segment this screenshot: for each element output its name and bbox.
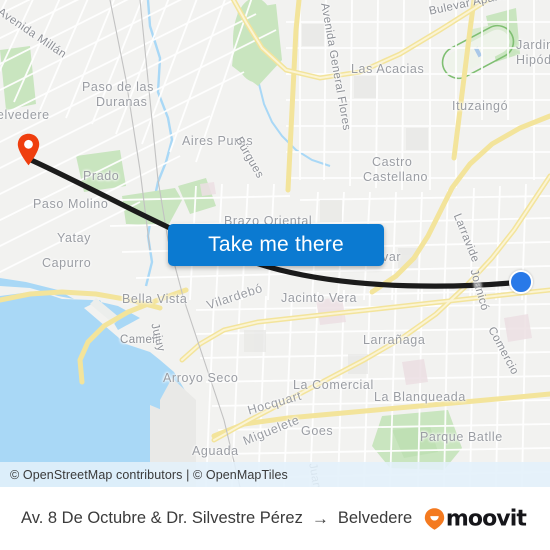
route-origin-label: Av. 8 De Octubre & Dr. Silvestre Pérez — [21, 509, 303, 527]
take-me-there-button[interactable]: Take me there — [168, 224, 384, 266]
origin-pin-icon — [17, 133, 40, 166]
route-destination-label: Belvedere — [337, 509, 413, 527]
map-attribution: © OpenStreetMap contributors | © OpenMap… — [0, 462, 550, 487]
moovit-map-screen: Avenida MillánPaso de lasDuranasBelveder… — [0, 0, 550, 550]
attribution-text: © OpenStreetMap contributors | © OpenMap… — [10, 467, 288, 482]
footer-bar: Av. 8 De Octubre & Dr. Silvestre Pérez →… — [0, 487, 550, 550]
destination-dot — [509, 270, 533, 294]
route-summary: Av. 8 De Octubre & Dr. Silvestre Pérez →… — [21, 509, 412, 528]
moovit-logo[interactable]: moovit — [424, 506, 527, 531]
arrow-right-icon: → — [311, 509, 329, 528]
moovit-pin-icon — [424, 507, 445, 530]
map-canvas[interactable]: Avenida MillánPaso de lasDuranasBelveder… — [0, 0, 550, 487]
moovit-wordmark: moovit — [445, 506, 527, 531]
